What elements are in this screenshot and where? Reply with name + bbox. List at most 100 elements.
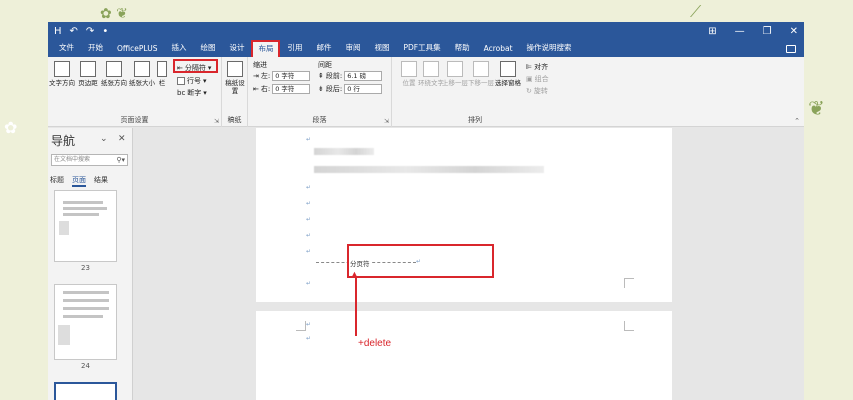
paper-size-icon — [134, 61, 150, 77]
tab-insert[interactable]: 插入 — [164, 40, 193, 57]
paragraph-mark: ↵ — [306, 184, 312, 191]
thumbnail-line — [63, 201, 103, 204]
customize-qat-icon[interactable]: • — [102, 26, 108, 37]
tab-mailings[interactable]: 邮件 — [309, 40, 338, 57]
margins-button[interactable]: 页边距 — [75, 61, 101, 87]
tab-references[interactable]: 引用 — [280, 40, 309, 57]
tab-help[interactable]: 帮助 — [448, 40, 477, 57]
page-break-highlight-box — [347, 244, 494, 278]
close-icon[interactable]: ✕ — [790, 26, 798, 37]
text-direction-label: 文字方向 — [49, 79, 75, 87]
paragraph-mark: ↵ — [306, 321, 312, 328]
bring-forward-button[interactable]: 上移一层 — [442, 61, 468, 87]
dialog-launcher-icon[interactable]: ⇲ — [214, 118, 219, 125]
page-thumbnail[interactable] — [54, 284, 117, 360]
page-thumbnail-selected[interactable] — [54, 382, 117, 400]
tab-view[interactable]: 视图 — [367, 40, 396, 57]
nav-options-icon[interactable]: ⌄ — [100, 134, 108, 144]
nav-search-input[interactable]: 在文档中搜索 ⚲▾ — [51, 154, 128, 166]
rotate-icon: ↻ — [526, 87, 532, 95]
minimize-icon[interactable]: — — [735, 26, 745, 37]
line-numbers-icon — [177, 77, 185, 85]
columns-button[interactable]: 栏 — [154, 61, 170, 87]
group-button[interactable]: ▣ 组合 — [526, 74, 549, 84]
undo-icon[interactable]: ↶ — [70, 26, 78, 37]
tell-me-search[interactable]: 操作说明搜索 — [520, 40, 579, 57]
draft-settings-button[interactable]: 稿纸设置 — [223, 61, 247, 95]
paragraph-mark: ↵ — [306, 216, 312, 223]
paragraph-mark: ↵ — [306, 232, 312, 239]
nav-tab-headings[interactable]: 标题 — [50, 175, 64, 187]
chevron-down-icon: ▾ — [203, 89, 207, 97]
selection-pane-button[interactable]: 选择窗格 — [494, 61, 522, 87]
thumbnail-line — [63, 207, 107, 210]
position-icon — [401, 61, 417, 77]
document-page: ↵ ↵ — [256, 311, 672, 400]
redo-icon[interactable]: ↷ — [86, 26, 94, 37]
tab-review[interactable]: 审阅 — [338, 40, 367, 57]
send-backward-icon — [473, 61, 489, 77]
nav-search-placeholder: 在文档中搜索 — [54, 156, 91, 163]
tab-draw[interactable]: 绘图 — [193, 40, 222, 57]
spacing-after-control: ⇟ 段后: 0 行 — [318, 84, 383, 94]
columns-icon — [157, 61, 167, 77]
paragraph-group: 缩进 间距 ⇥ 左: 0 字符 ⇤ 右: 0 字符 ⇞ 段前: 6.1 磅 ⇟ … — [248, 57, 392, 127]
arrange-group-label: 排列 — [468, 116, 482, 124]
ribbon-tab-bar: 文件 开始 OfficePLUS 插入 绘图 设计 布局 引用 邮件 审阅 视图… — [48, 40, 804, 57]
thumbnail-line — [63, 307, 109, 310]
position-label: 位置 — [402, 79, 416, 87]
dialog-launcher-icon[interactable]: ⇲ — [384, 118, 389, 125]
rotate-button[interactable]: ↻ 旋转 — [526, 86, 548, 96]
thumbnail-block — [58, 325, 70, 345]
page-setup-group-label: 页面设置 — [120, 116, 149, 124]
thumbnail-line — [63, 299, 109, 302]
spacing-after-input[interactable]: 0 行 — [344, 84, 383, 94]
tab-acrobat[interactable]: Acrobat — [477, 42, 520, 57]
page-corner-mark — [624, 321, 634, 331]
indent-left-input[interactable]: 0 字符 — [272, 71, 311, 81]
nav-close-icon[interactable]: ✕ — [118, 134, 126, 144]
page-thumbnail[interactable] — [54, 190, 117, 262]
text-direction-button[interactable]: 文字方向 — [49, 61, 75, 87]
search-icon[interactable]: ⚲▾ — [116, 155, 125, 165]
hyphenation-button[interactable]: bc 断字 ▾ — [177, 88, 207, 98]
indent-right-icon: ⇤ — [253, 85, 259, 93]
breaks-highlight-box — [173, 59, 218, 73]
indent-right-input[interactable]: 0 字符 — [272, 84, 311, 94]
bring-forward-label: 上移一层 — [442, 79, 468, 87]
spacing-before-icon: ⇞ — [318, 72, 324, 80]
tab-officeplus[interactable]: OfficePLUS — [110, 42, 164, 57]
restore-icon[interactable]: ❐ — [763, 26, 772, 37]
ribbon-display-icon[interactable]: ⊞ — [708, 26, 716, 37]
paragraph-mark: ↵ — [306, 335, 312, 342]
send-backward-button[interactable]: 下移一层 — [468, 61, 494, 87]
collapse-ribbon-icon[interactable]: ⌃ — [794, 117, 800, 125]
quick-access-toolbar: H ↶ ↷ • — [54, 26, 108, 37]
tab-design[interactable]: 设计 — [222, 40, 251, 57]
rotate-label: 旋转 — [533, 87, 548, 95]
wrap-text-button[interactable]: 环绕文字 — [418, 61, 444, 87]
tab-pdf-tools[interactable]: PDF工具集 — [396, 40, 447, 57]
tab-file[interactable]: 文件 — [52, 40, 81, 57]
paragraph-group-label: 段落 — [312, 116, 327, 124]
paragraph-mark: ↵ — [306, 248, 312, 255]
align-icon: ⊫ — [526, 63, 533, 71]
align-button[interactable]: ⊫ 对齐 — [526, 62, 548, 72]
columns-label: 栏 — [158, 79, 166, 87]
comments-icon[interactable] — [786, 45, 796, 53]
spacing-before-input[interactable]: 6.1 磅 — [344, 71, 383, 81]
document-area: ↵ ↵ ↵ ↵ ↵ ↵ 分页符 ↵ ↵ ↵ ↵ ▲ +delete — [134, 128, 804, 400]
arrange-group: 位置 环绕文字 上移一层 下移一层 选择窗格 ⊫ 对齐 ▣ 组合 ↻ 旋转 排列 — [392, 57, 558, 127]
leaf-decoration-icon: ✿ ❦ — [100, 6, 128, 22]
nav-tab-pages[interactable]: 页面 — [72, 175, 86, 187]
indent-header: 缩进 — [253, 61, 267, 69]
line-numbers-button[interactable]: 行号 ▾ — [177, 76, 207, 86]
nav-tab-results[interactable]: 结果 — [94, 175, 108, 187]
size-button[interactable]: 纸张大小 — [128, 61, 156, 87]
layout-ribbon: 文字方向 页边距 纸张方向 纸张大小 栏 ⇤ 分隔符 ▾ 行号 ▾ bc 断字 … — [48, 57, 804, 127]
tab-layout[interactable]: 布局 — [251, 40, 281, 57]
tab-home[interactable]: 开始 — [81, 40, 110, 57]
send-backward-label: 下移一层 — [468, 79, 494, 87]
save-icon[interactable]: H — [54, 26, 62, 37]
orientation-button[interactable]: 纸张方向 — [99, 61, 129, 87]
